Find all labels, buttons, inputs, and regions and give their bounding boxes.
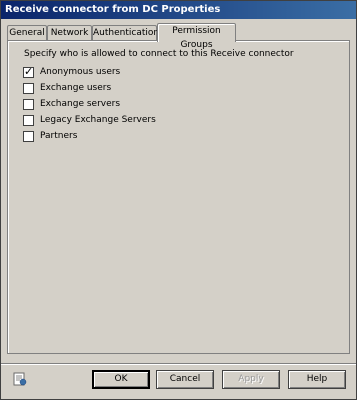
dialog-title: Receive connector from DC Properties <box>5 4 221 15</box>
option-label: Exchange servers <box>40 99 121 109</box>
tab-network[interactable]: Network <box>47 25 92 41</box>
exchange-users-checkbox[interactable] <box>23 82 34 94</box>
partners-checkbox[interactable] <box>23 130 34 142</box>
option-legacy-exchange-servers[interactable]: Legacy Exchange Servers <box>23 114 156 126</box>
tab-permission-groups[interactable]: Permission Groups <box>157 23 236 50</box>
exchange-servers-checkbox[interactable] <box>23 98 34 110</box>
option-exchange-servers[interactable]: Exchange servers <box>23 98 120 110</box>
properties-dialog: Receive connector from DC Properties Gen… <box>0 0 357 400</box>
option-exchange-users[interactable]: Exchange users <box>23 82 111 94</box>
dialog-title-bar[interactable]: Receive connector from DC Properties <box>1 1 356 19</box>
help-page-icon[interactable] <box>13 372 27 386</box>
footer-divider <box>1 363 356 365</box>
tab-general[interactable]: General <box>7 25 47 41</box>
apply-button[interactable]: Apply <box>222 370 280 389</box>
checkmark-icon: ✓ <box>24 64 34 78</box>
cancel-button[interactable]: Cancel <box>156 370 214 389</box>
option-label: Legacy Exchange Servers <box>40 115 156 125</box>
help-button[interactable]: Help <box>288 370 346 389</box>
legacy-exchange-servers-checkbox[interactable] <box>23 114 34 126</box>
anonymous-users-checkbox[interactable]: ✓ <box>23 64 34 78</box>
permission-groups-panel: Specify who is allowed to connect to thi… <box>7 40 350 354</box>
panel-description: Specify who is allowed to connect to thi… <box>24 49 294 59</box>
option-anonymous-users[interactable]: ✓ Anonymous users <box>23 64 121 78</box>
option-label: Anonymous users <box>40 67 121 77</box>
ok-button[interactable]: OK <box>92 370 150 389</box>
option-partners[interactable]: Partners <box>23 130 77 142</box>
option-label: Partners <box>40 131 78 141</box>
option-label: Exchange users <box>40 83 112 93</box>
tab-authentication[interactable]: Authentication <box>92 25 159 41</box>
